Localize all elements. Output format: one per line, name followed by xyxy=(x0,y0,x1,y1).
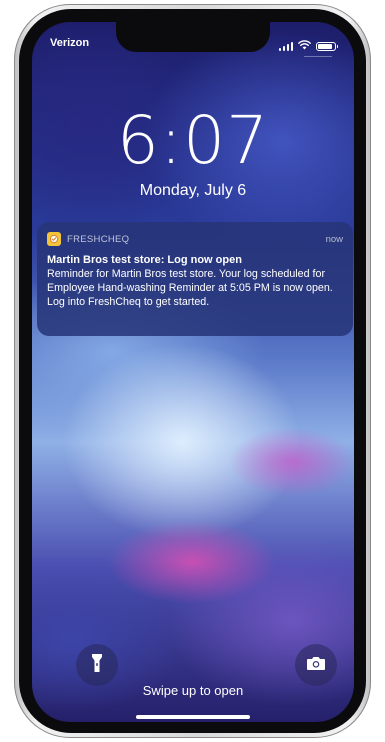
camera-icon xyxy=(306,655,326,676)
wifi-icon xyxy=(298,37,311,55)
home-indicator[interactable] xyxy=(136,715,250,719)
swipe-up-label: Swipe up to open xyxy=(142,683,244,698)
notification-header: FRESHCHEQ now xyxy=(47,231,343,247)
lock-time: 6:07 xyxy=(116,102,270,179)
notification-title: Martin Bros test store: Log now open xyxy=(47,254,242,266)
lock-screen: Verizon 6:07 Monday, July 6 FRESHCHEQ no… xyxy=(32,22,354,722)
notch xyxy=(116,22,270,52)
battery-level xyxy=(318,43,333,49)
notification-body: Reminder for Martin Bros test store. You… xyxy=(47,268,333,308)
battery-icon xyxy=(316,41,338,51)
signal-icon xyxy=(278,41,293,51)
camera-button[interactable] xyxy=(295,644,337,686)
notification-app-name: FRESHCHEQ xyxy=(67,233,130,245)
control-center-indicator xyxy=(304,56,332,57)
status-icons xyxy=(278,37,338,55)
lock-date: Monday, July 6 xyxy=(139,182,247,199)
carrier-label: Verizon xyxy=(50,37,90,49)
notification-time: now xyxy=(325,233,343,245)
flashlight-button[interactable] xyxy=(76,644,118,686)
flashlight-icon xyxy=(91,653,103,678)
notification-card[interactable]: FRESHCHEQ now Martin Bros test store: Lo… xyxy=(37,222,353,336)
freshcheq-app-icon xyxy=(47,232,61,246)
